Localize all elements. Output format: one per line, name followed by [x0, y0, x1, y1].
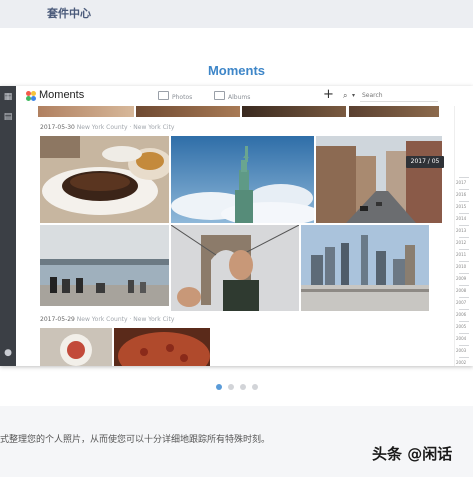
- timeline-tick: [459, 213, 469, 214]
- add-button[interactable]: +: [323, 87, 334, 103]
- timeline-date-tooltip: 2017 / 05: [406, 156, 444, 168]
- timeline-tick: [459, 177, 469, 178]
- carousel-dot[interactable]: [239, 384, 246, 390]
- grid-icon[interactable]: ▦: [3, 92, 13, 102]
- pizza-image: [114, 328, 210, 366]
- statue-of-liberty-photo[interactable]: [171, 136, 314, 223]
- timeline-tick: [459, 357, 469, 358]
- tab-photos[interactable]: Photos: [158, 91, 192, 101]
- timeline-year-label[interactable]: 2007: [456, 300, 466, 305]
- carousel-dots: [0, 384, 473, 392]
- photo-thumbnail[interactable]: [136, 106, 240, 117]
- timeline-tick: [459, 201, 469, 202]
- timeline-year-label[interactable]: 2005: [456, 324, 466, 329]
- search-icon[interactable]: ⌕: [343, 90, 347, 102]
- timeline-year-label[interactable]: 2012: [456, 240, 466, 245]
- photo-grid: 2017-05-30 New York County · New York Ci…: [16, 106, 454, 366]
- group-date-label: 2017-05-29 New York County · New York Ci…: [40, 316, 174, 323]
- tab-albums-label: Albums: [228, 94, 251, 101]
- app-name: Moments: [39, 89, 85, 101]
- timeline-year-label[interactable]: 2017: [456, 180, 466, 185]
- timeline-year-label[interactable]: 2016: [456, 192, 466, 197]
- steak-dinner-photo[interactable]: [40, 136, 169, 223]
- tab-photos-label: Photos: [172, 94, 193, 101]
- timeline-scrubber[interactable]: 2017 2016 2015 2014 2013 2012 2011 2010 2009 2008…: [454, 106, 473, 366]
- timeline-tick: [459, 345, 469, 346]
- app-left-bar: ▦ ▤ ●: [0, 86, 16, 366]
- timeline-year-label[interactable]: 2013: [456, 228, 466, 233]
- group-date: 2017-05-29: [40, 316, 75, 323]
- album-icon: [214, 91, 225, 100]
- city-street-photo[interactable]: [316, 136, 442, 223]
- timeline-year-label[interactable]: 2010: [456, 264, 466, 269]
- photo-thumbnail[interactable]: [242, 106, 346, 117]
- search-input[interactable]: [360, 90, 438, 102]
- waterfront-people-photo[interactable]: [40, 225, 169, 306]
- timeline-year-label[interactable]: 2011: [456, 252, 466, 257]
- pizza-photo[interactable]: [114, 328, 210, 366]
- timeline-year-label[interactable]: 2015: [456, 204, 466, 209]
- moments-heading: Moments: [207, 63, 266, 78]
- search-box: ⌕ ▾: [343, 90, 438, 102]
- coffee-photo[interactable]: [40, 328, 112, 366]
- carousel-dot[interactable]: [251, 384, 258, 390]
- app-header: Moments Photos Albums + ⌕ ▾: [16, 86, 473, 107]
- photo-icon: [158, 91, 169, 100]
- bridge-selfie-photo[interactable]: [171, 225, 299, 311]
- timeline-tick: [459, 273, 469, 274]
- timeline-tick: [459, 333, 469, 334]
- chevron-down-icon[interactable]: ▾: [352, 90, 355, 102]
- timeline-tick: [459, 261, 469, 262]
- timeline-year-label[interactable]: 2004: [456, 336, 466, 341]
- timeline-year-label[interactable]: 2006: [456, 312, 466, 317]
- photo-thumbnail[interactable]: [349, 106, 439, 117]
- carousel-dot[interactable]: [215, 384, 222, 390]
- timeline-year-label[interactable]: 2009: [456, 276, 466, 281]
- steak-dinner-image: [40, 136, 169, 223]
- timeline-tick: [459, 189, 469, 190]
- timeline-tick: [459, 321, 469, 322]
- moments-app-screenshot: ▦ ▤ ● Moments Photos Albums + ⌕ ▾ Search…: [0, 86, 473, 366]
- feature-description: 式整理您的个人照片，从而使您可以十分详细地跟踪所有特殊时刻。: [0, 435, 271, 445]
- photo-thumbnail[interactable]: [38, 106, 134, 117]
- coffee-image: [40, 328, 112, 366]
- waterfront-image: [40, 225, 169, 306]
- bridge-image: [171, 225, 299, 311]
- street-image: [316, 136, 442, 223]
- timeline-tick: [459, 237, 469, 238]
- timeline-year-label[interactable]: 2014: [456, 216, 466, 221]
- timeline-tick: [459, 249, 469, 250]
- timeline-year-label[interactable]: 2002: [456, 360, 466, 365]
- user-icon[interactable]: ●: [3, 348, 13, 358]
- group-location: New York County · New York City: [76, 124, 175, 131]
- group-date-label: 2017-05-30 New York County · New York Ci…: [40, 124, 174, 131]
- timeline-year-label[interactable]: 2003: [456, 348, 466, 353]
- timeline-tick: [459, 309, 469, 310]
- group-location: New York County · New York City: [76, 316, 175, 323]
- list-icon[interactable]: ▤: [3, 112, 13, 122]
- timeline-tick: [459, 225, 469, 226]
- moments-logo-icon: [26, 91, 36, 101]
- suite-title: 套件中心: [47, 7, 91, 20]
- tab-albums[interactable]: Albums: [214, 91, 250, 101]
- watermark: 头条 @闲话: [372, 445, 453, 463]
- timeline-tick: [459, 285, 469, 286]
- group-date: 2017-05-30: [40, 124, 75, 131]
- skyline-photo[interactable]: [301, 225, 429, 311]
- skyline-image: [301, 225, 429, 311]
- timeline-year-label[interactable]: 2008: [456, 288, 466, 293]
- statue-image: [171, 136, 314, 223]
- carousel-dot[interactable]: [227, 384, 234, 390]
- timeline-tick: [459, 297, 469, 298]
